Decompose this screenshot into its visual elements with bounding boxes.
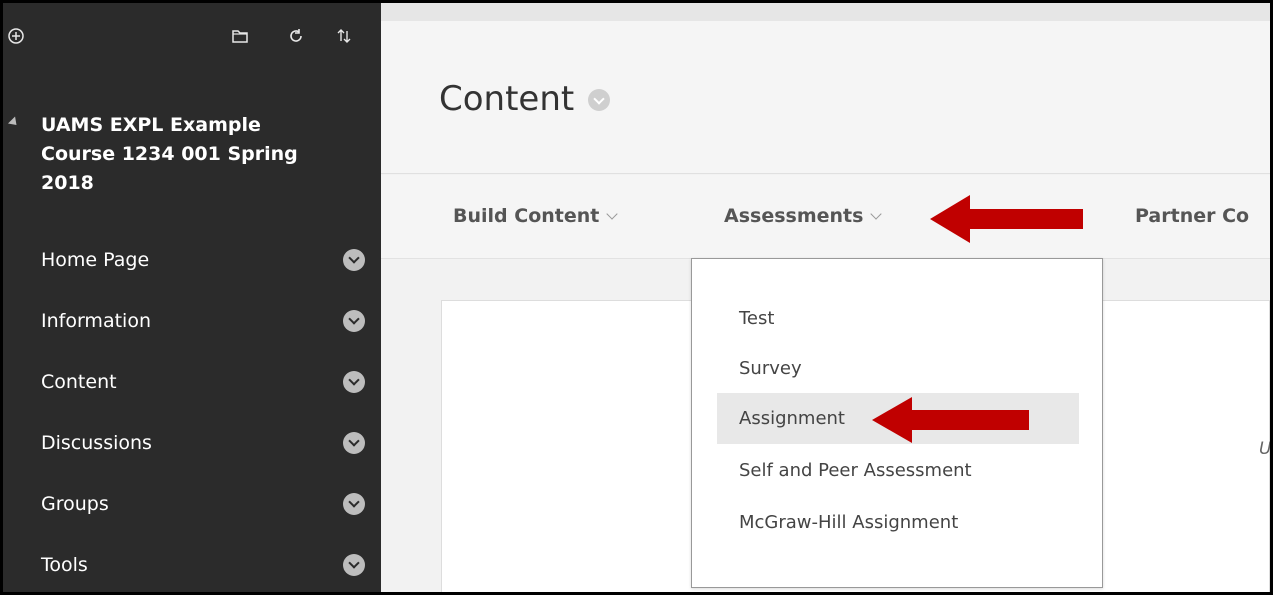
page-header: Content	[381, 21, 1270, 174]
sidebar-toolbar	[3, 25, 381, 55]
chevron-down-icon[interactable]	[343, 553, 365, 576]
course-sidebar: UAMS EXPL Example Course 1234 001 Spring…	[3, 3, 381, 592]
assessments-button[interactable]: Assessments	[724, 205, 883, 227]
collapse-caret-icon[interactable]	[7, 116, 21, 129]
chevron-down-icon[interactable]	[588, 89, 610, 111]
sidebar-item-tools[interactable]: Tools	[3, 534, 381, 592]
sidebar-item-home-page[interactable]: Home Page	[3, 229, 381, 290]
sort-icon[interactable]	[333, 25, 355, 47]
action-bar: Build Content Assessments Partner Co	[381, 175, 1270, 259]
chevron-down-icon	[870, 208, 883, 220]
chevron-down-icon[interactable]	[343, 431, 365, 454]
sidebar-item-groups[interactable]: Groups	[3, 473, 381, 534]
refresh-icon[interactable]	[285, 25, 307, 47]
sidebar-item-content[interactable]: Content	[3, 351, 381, 412]
top-strip	[381, 3, 1270, 21]
chevron-down-icon[interactable]	[343, 309, 365, 332]
menu-item-test[interactable]: Test	[717, 293, 1079, 344]
app-frame: UAMS EXPL Example Course 1234 001 Spring…	[3, 3, 1270, 592]
menu-item-mcgraw-hill-assignment[interactable]: McGraw-Hill Assignment	[717, 497, 1079, 548]
assessments-label: Assessments	[724, 205, 864, 227]
annotation-arrow-icon	[930, 195, 1083, 243]
partner-content-label: Partner Co	[1135, 205, 1250, 227]
menu-item-survey[interactable]: Survey	[717, 343, 1079, 394]
add-icon[interactable]	[5, 25, 27, 47]
build-content-label: Build Content	[453, 205, 600, 227]
chevron-down-icon[interactable]	[343, 370, 365, 393]
chevron-down-icon[interactable]	[343, 248, 365, 271]
annotation-arrow-icon	[872, 397, 1029, 443]
sidebar-item-label: Groups	[41, 492, 109, 515]
cutoff-text: U	[1259, 439, 1270, 459]
course-title[interactable]: UAMS EXPL Example Course 1234 001 Spring…	[41, 111, 331, 198]
sidebar-item-label: Tools	[41, 553, 88, 576]
course-menu: Home Page Information Content Discussion…	[3, 229, 381, 592]
sidebar-item-label: Information	[41, 309, 151, 332]
folder-icon[interactable]	[229, 25, 251, 47]
page-title: Content	[439, 79, 575, 119]
chevron-down-icon[interactable]	[343, 492, 365, 515]
chevron-down-icon	[606, 208, 619, 220]
sidebar-item-discussions[interactable]: Discussions	[3, 412, 381, 473]
sidebar-item-label: Content	[41, 370, 117, 393]
build-content-button[interactable]: Build Content	[453, 205, 619, 227]
sidebar-item-label: Discussions	[41, 431, 152, 454]
partner-content-button[interactable]: Partner Co	[1135, 205, 1249, 227]
sidebar-item-label: Home Page	[41, 248, 150, 271]
sidebar-item-information[interactable]: Information	[3, 290, 381, 351]
menu-item-self-and-peer-assessment[interactable]: Self and Peer Assessment	[717, 445, 1079, 496]
